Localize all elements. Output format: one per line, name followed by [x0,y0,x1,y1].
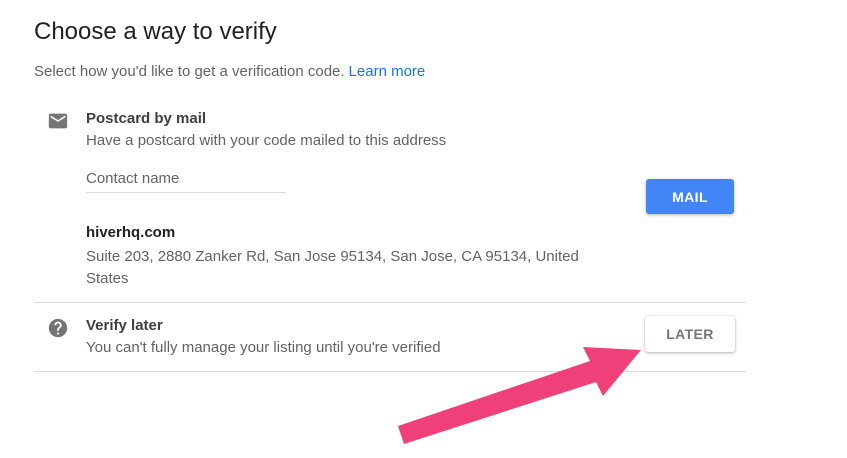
mail-button[interactable]: MAIL [646,179,734,214]
subtitle-text: Select how you'd like to get a verificat… [34,63,345,80]
page-title: Choose a way to verify [34,18,277,45]
bottom-divider [34,371,746,372]
mail-icon [48,113,68,129]
learn-more-link[interactable]: Learn more [349,63,426,80]
contact-name-field[interactable] [86,164,286,193]
postcard-option-description: Have a postcard with your code mailed to… [86,132,447,149]
help-circle-icon [48,318,68,338]
later-option-title: Verify later [86,317,163,334]
option-divider [34,302,746,303]
page-subtitle: Select how you'd like to get a verificat… [34,63,425,80]
postcard-option-title: Postcard by mail [86,110,207,127]
business-name: hiverhq.com [86,224,176,241]
business-address: Suite 203, 2880 Zanker Rd, San Jose 9513… [86,248,579,287]
arrow-shape [398,347,641,444]
later-option-description: You can't fully manage your listing unti… [86,339,441,356]
later-button[interactable]: LATER [645,316,735,352]
